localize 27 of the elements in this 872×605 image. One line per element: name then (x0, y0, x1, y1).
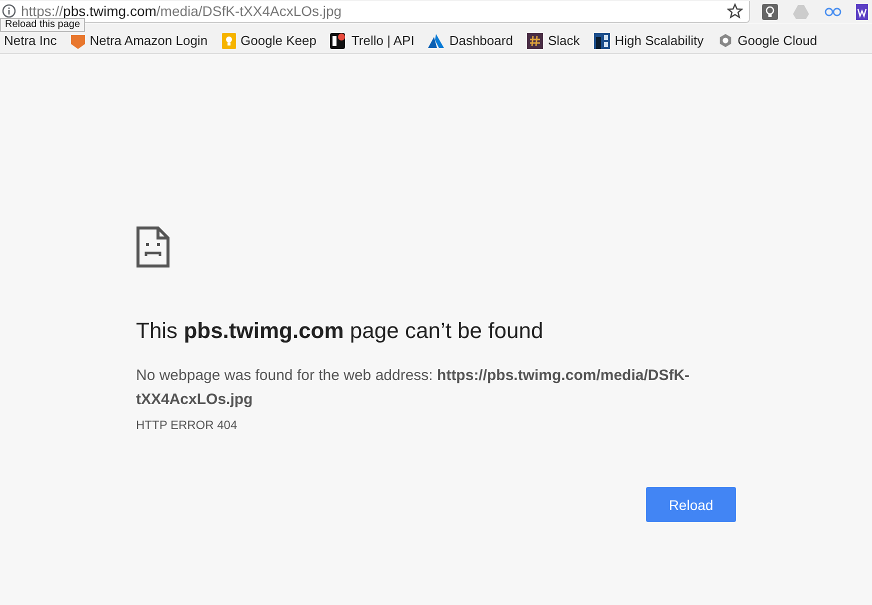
tower-icon (594, 32, 610, 48)
error-message: No webpage was found for the web address: https://pbs.twimg.com/media/DSfK-tXX4AcxLOs.jpg (136, 366, 691, 410)
bookmark[interactable]: High Scalability (594, 32, 704, 48)
error-heading: This pbs.twimg.com page can’t be found (136, 318, 544, 344)
glasses-icon[interactable] (824, 6, 842, 16)
bookmark[interactable]: Netra Inc (4, 33, 57, 48)
board-icon (330, 32, 346, 48)
shield-icon (70, 32, 85, 48)
bookmark[interactable]: Google Keep (222, 32, 316, 48)
triangle-icon (428, 34, 444, 48)
hexagon-icon (718, 33, 733, 48)
reload-button[interactable]: Reload (646, 487, 736, 522)
lightbulb-icon[interactable] (762, 4, 778, 20)
bookmark[interactable]: Trello | API (330, 32, 414, 48)
bookmark[interactable]: Netra Amazon Login (70, 32, 208, 48)
hash-icon (526, 32, 543, 48)
bookmark[interactable]: Dashboard (428, 33, 513, 48)
star-icon[interactable] (727, 3, 743, 19)
tooltip: Reload this page (0, 18, 86, 32)
sad-page-icon (136, 226, 170, 268)
error-code: HTTP ERROR 404 (136, 418, 238, 432)
bookmark[interactable]: Slack (526, 32, 580, 48)
url-text: https://pbs.twimg.com/media/DSfK-tXX4AcxLOs.jpg (21, 3, 343, 19)
lightbulb-icon (222, 32, 236, 48)
bookmark[interactable]: Google Cloud (718, 33, 818, 48)
info-icon[interactable] (2, 4, 16, 18)
extension-icon[interactable] (856, 4, 868, 20)
